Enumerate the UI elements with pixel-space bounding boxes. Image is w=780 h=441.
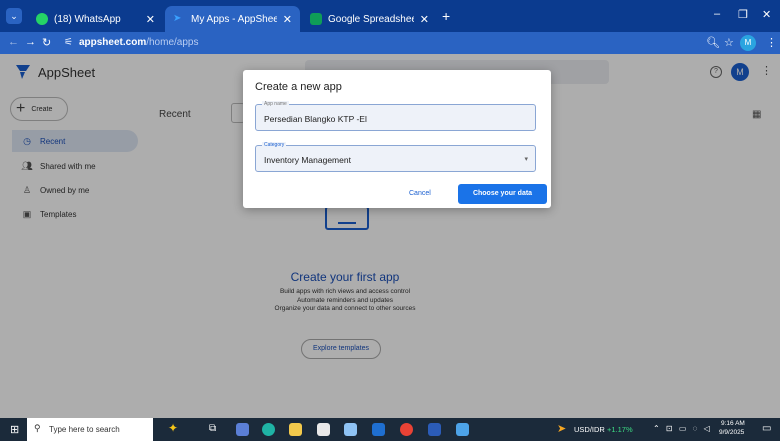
zoom-icon[interactable]: 🔍︎ — [706, 36, 720, 49]
tab-title: My Apps - AppSheet — [191, 13, 277, 25]
tray-icons[interactable]: ⌃ ⊡ ▭ ◌ ◁ — [653, 424, 712, 433]
clock-time[interactable]: 9:16 AM — [721, 420, 745, 427]
task-view-icon[interactable]: ⧉ — [209, 423, 216, 434]
app-name-label: App name — [262, 101, 289, 107]
back-icon[interactable]: ← — [8, 36, 19, 48]
new-tab-button[interactable]: + — [442, 8, 450, 24]
sparkle-icon[interactable]: ✦ — [168, 421, 178, 435]
word-icon[interactable] — [428, 423, 441, 436]
tab-title: (18) WhatsApp — [54, 13, 121, 25]
taskbar-search[interactable]: ⚲ Type here to search — [27, 418, 153, 441]
search-icon: ⚲ — [34, 423, 41, 433]
sheets-icon — [310, 13, 322, 25]
dropdown-arrow-icon: ▾ — [524, 156, 528, 163]
taskbar: ⊞ ⚲ Type here to search ✦ ⧉ ➤ USD/IDR +1… — [0, 418, 780, 441]
dialog-title: Create a new app — [255, 81, 342, 93]
file-explorer-icon[interactable] — [289, 423, 302, 436]
tab-search-button[interactable]: ⌄ — [6, 8, 22, 24]
site-info-icon[interactable]: ⚟ — [64, 37, 73, 48]
address-bar-row: ← → ↻ ⚟ appsheet.com/home/apps 🔍︎ ☆ M ⋮ — [0, 32, 780, 54]
close-icon[interactable]: ✕ — [146, 13, 155, 26]
store-icon[interactable] — [317, 423, 330, 436]
url-path: /home/apps — [146, 37, 199, 48]
close-icon[interactable]: ✕ — [283, 13, 292, 26]
tab-google-spreadsheet[interactable]: Google Spreadsheet ✕ — [302, 6, 437, 32]
bookmark-star-icon[interactable]: ☆ — [724, 36, 734, 49]
tab-appsheet[interactable]: ➤ My Apps - AppSheet ✕ — [165, 6, 300, 32]
url-field[interactable]: ⚟ appsheet.com/home/apps — [62, 35, 702, 51]
close-window-icon[interactable]: ✕ — [762, 8, 771, 21]
ticker-icon: ➤ — [557, 423, 567, 435]
browser-tab-bar: ⌄ (18) WhatsApp ✕ ➤ My Apps - AppSheet ✕… — [0, 0, 780, 32]
app-icon[interactable] — [236, 423, 249, 436]
chrome-icon[interactable] — [400, 423, 413, 436]
modal-backdrop: Create a new app App name Persedian Blan… — [0, 54, 780, 418]
cancel-button[interactable]: Cancel — [409, 190, 431, 197]
tab-title: Google Spreadsheet — [328, 13, 414, 25]
category-select[interactable]: Category Inventory Management ▾ — [255, 142, 536, 172]
windows-start-icon[interactable]: ⊞ — [10, 423, 19, 436]
category-value: Inventory Management — [264, 155, 351, 165]
edge-icon[interactable] — [262, 423, 275, 436]
appsheet-icon: ➤ — [173, 13, 182, 24]
url-domain: appsheet.com — [78, 37, 147, 48]
ticker-change: +1.17% — [607, 425, 633, 434]
create-app-dialog: Create a new app App name Persedian Blan… — [243, 70, 551, 208]
ticker-symbol[interactable]: USD/IDR — [574, 425, 605, 434]
whatsapp-icon — [36, 13, 48, 25]
choose-data-button[interactable]: Choose your data — [458, 184, 547, 204]
clock-date: 9/9/2025 — [719, 429, 745, 436]
tab-whatsapp[interactable]: (18) WhatsApp ✕ — [28, 6, 163, 32]
taskbar-search-placeholder: Type here to search — [49, 425, 120, 434]
paint-icon[interactable] — [344, 423, 357, 436]
menu-kebab-icon[interactable]: ⋮ — [766, 36, 777, 49]
app-name-value: Persedian Blangko KTP -El — [264, 114, 367, 124]
notification-icon[interactable]: ▭ — [762, 423, 771, 434]
chevron-down-icon: ⌄ — [10, 11, 18, 21]
outlook-icon[interactable] — [372, 423, 385, 436]
forward-icon[interactable]: → — [25, 36, 36, 48]
photos-icon[interactable] — [456, 423, 469, 436]
maximize-icon[interactable]: ❐ — [738, 8, 748, 21]
app-name-field[interactable]: App name Persedian Blangko KTP -El — [255, 101, 536, 131]
profile-avatar[interactable]: M — [740, 35, 756, 51]
category-label: Category — [262, 142, 287, 148]
minimize-icon[interactable]: – — [714, 8, 720, 20]
close-icon[interactable]: ✕ — [420, 13, 429, 26]
reload-icon[interactable]: ↻ — [42, 36, 51, 49]
